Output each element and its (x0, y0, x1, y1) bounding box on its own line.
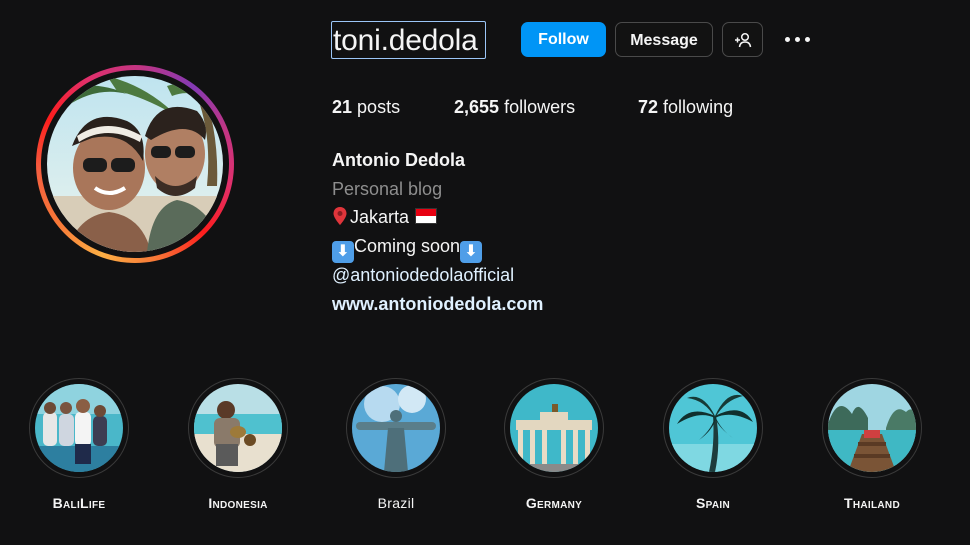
bio-tagline: Coming soon (354, 236, 461, 256)
posts-count-stat: 21 posts (332, 95, 400, 119)
highlight-ring (29, 378, 129, 478)
highlight-label: Indonesia (208, 495, 268, 511)
highlight-item[interactable]: Germany (503, 378, 605, 511)
highlight-item[interactable]: Spain (662, 378, 764, 511)
highlight-item[interactable]: Thailand (821, 378, 923, 511)
profile-username[interactable]: toni.dedola (331, 21, 486, 59)
followers-stat[interactable]: 2,655 followers (454, 95, 575, 119)
highlight-item[interactable]: BaliLife (28, 378, 130, 511)
profile-website-link[interactable]: www.antoniodedola.com (332, 292, 543, 316)
highlight-cover (828, 384, 916, 472)
bio-location: Jakarta (350, 207, 410, 227)
bio-tagline-line: ⬇ Coming soon ⬇ (332, 234, 483, 263)
following-label: following (663, 97, 734, 117)
bio-mention-link[interactable]: @antoniodedolaofficial (332, 263, 514, 287)
highlight-item[interactable]: Indonesia (187, 378, 289, 511)
down-arrow-icon: ⬇ (332, 241, 354, 263)
down-arrow-icon: ⬇ (460, 241, 483, 263)
highlight-cover (352, 384, 440, 472)
indonesia-flag-icon (415, 208, 438, 224)
profile-full-name: Antonio Dedola (332, 150, 465, 170)
highlight-label: Spain (696, 495, 730, 511)
highlight-ring (663, 378, 763, 478)
followers-count: 2,655 (454, 97, 500, 117)
highlight-cover (35, 384, 123, 472)
profile-avatar-story-ring[interactable] (36, 65, 234, 263)
profile-category: Personal blog (332, 179, 443, 199)
highlight-label: Brazil (377, 495, 415, 511)
highlight-cover (510, 384, 598, 472)
follow-button[interactable]: Follow (521, 22, 606, 57)
highlight-label: BaliLife (52, 495, 106, 511)
highlight-cover (194, 384, 282, 472)
highlight-cover (669, 384, 757, 472)
followers-label: followers (504, 97, 576, 117)
add-person-icon (735, 32, 752, 48)
posts-label: posts (357, 97, 401, 117)
profile-avatar[interactable] (47, 76, 223, 252)
bio-location-line: Jakarta (332, 205, 438, 232)
posts-count: 21 (332, 97, 353, 117)
highlight-item[interactable]: Brazil (345, 378, 447, 511)
highlight-ring (346, 378, 446, 478)
following-count: 72 (638, 97, 659, 117)
highlight-ring (504, 378, 604, 478)
message-button[interactable]: Message (615, 22, 713, 57)
following-stat[interactable]: 72 following (638, 95, 733, 119)
more-options-icon[interactable] (784, 28, 812, 50)
highlight-label: Thailand (844, 495, 900, 511)
location-pin-icon (332, 206, 348, 232)
highlight-label: Germany (525, 495, 583, 511)
highlight-ring (822, 378, 922, 478)
suggested-accounts-button[interactable] (722, 22, 763, 57)
highlight-ring (188, 378, 288, 478)
